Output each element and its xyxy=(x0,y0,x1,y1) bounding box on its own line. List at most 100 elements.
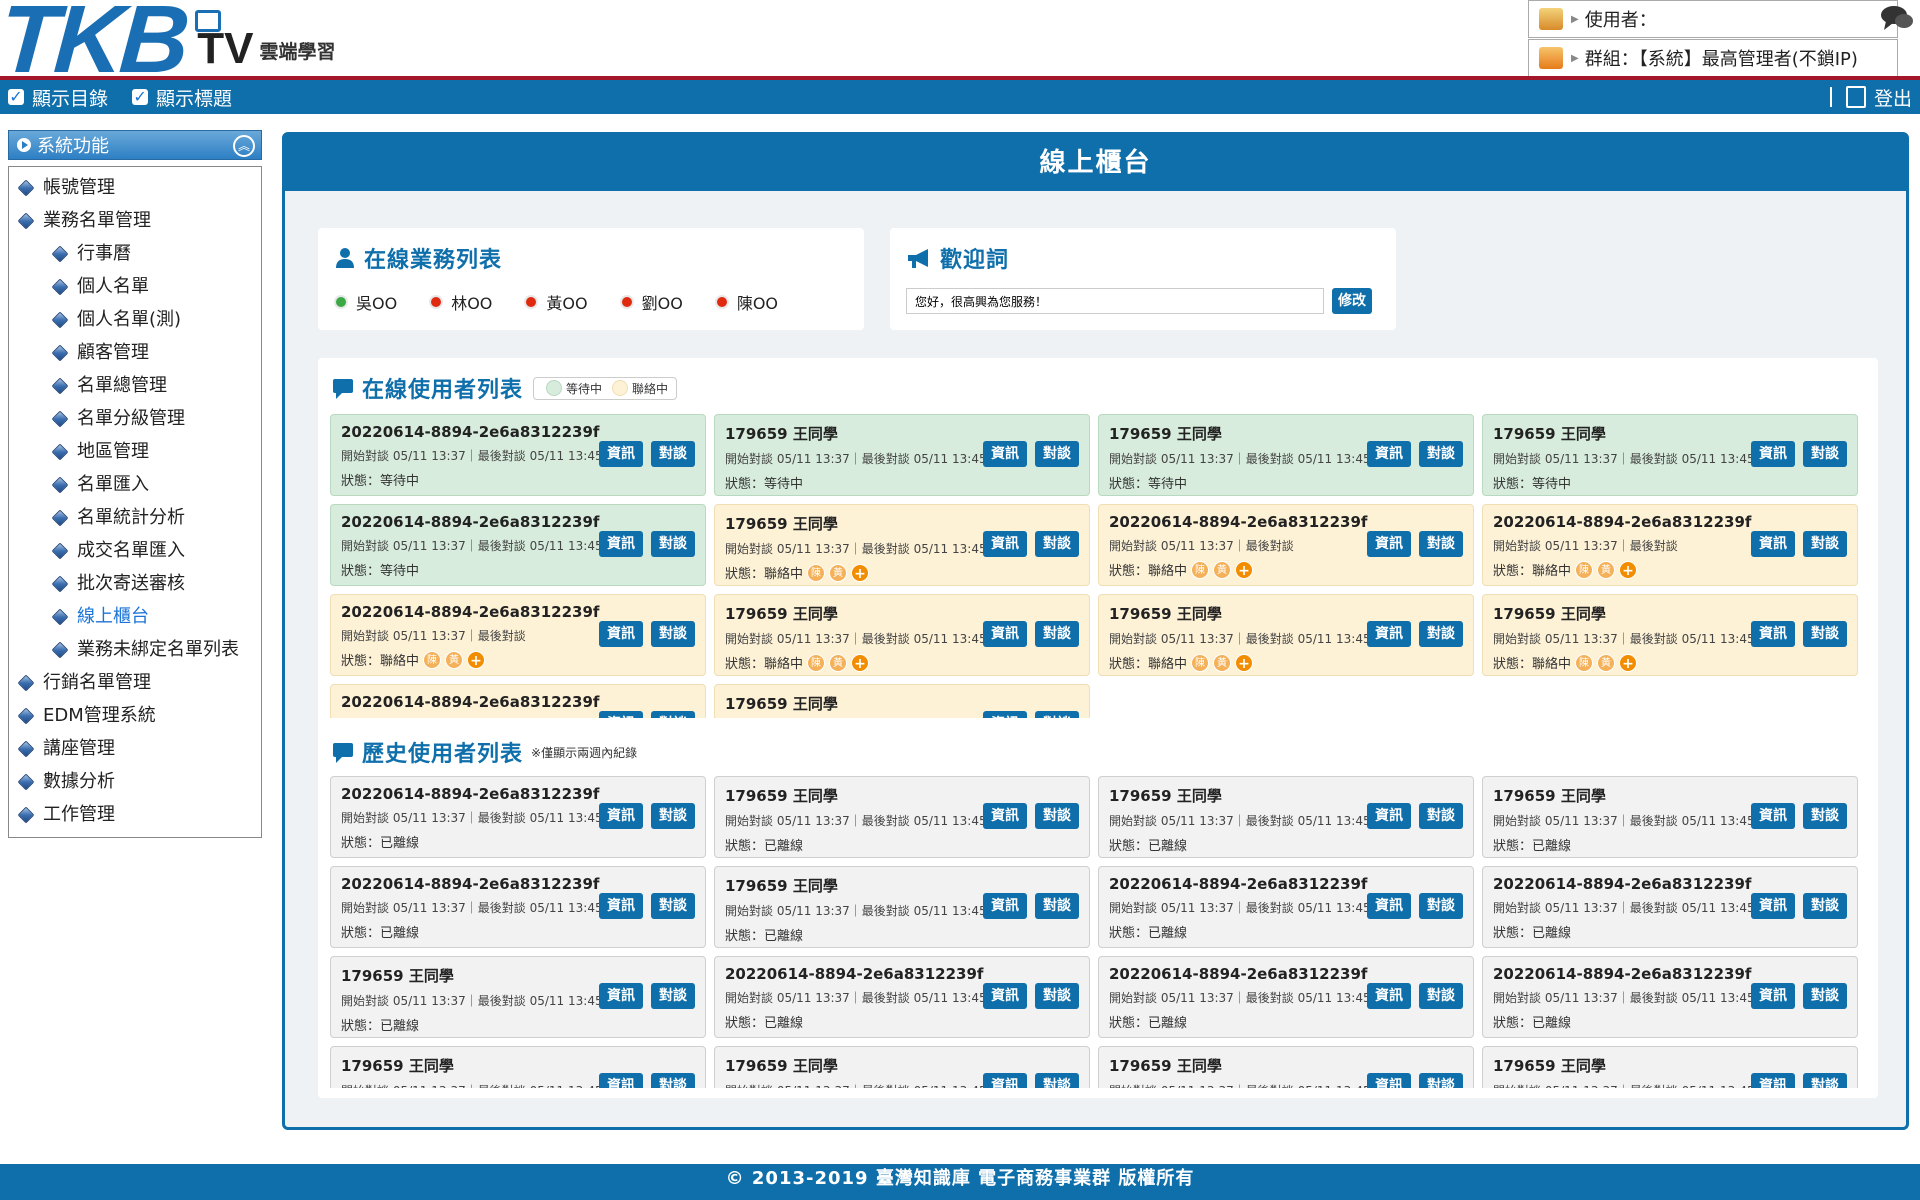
chat-button[interactable]: 對談 xyxy=(651,1073,695,1088)
sidebar-item[interactable]: 顧客管理 xyxy=(9,336,261,369)
info-button[interactable]: 資訊 xyxy=(599,1073,643,1088)
add-agent-button[interactable]: + xyxy=(1235,560,1254,579)
add-agent-button[interactable]: + xyxy=(851,653,870,672)
info-button[interactable]: 資訊 xyxy=(1751,983,1795,1009)
info-button[interactable]: 資訊 xyxy=(599,441,643,467)
info-button[interactable]: 資訊 xyxy=(1367,531,1411,557)
chat-button[interactable]: 對談 xyxy=(1803,441,1847,467)
staff-member: 吳OO xyxy=(334,290,397,314)
chat-button[interactable]: 對談 xyxy=(1803,621,1847,647)
sidebar-item[interactable]: EDM管理系統 xyxy=(9,699,261,732)
checkmark-icon[interactable]: ✓ xyxy=(132,89,149,105)
chat-button[interactable]: 對談 xyxy=(1419,893,1463,919)
sidebar-item[interactable]: 名單總管理 xyxy=(9,369,261,402)
info-button[interactable]: 資訊 xyxy=(983,441,1027,467)
info-button[interactable]: 資訊 xyxy=(983,711,1027,718)
sidebar-item[interactable]: 批次寄送審核 xyxy=(9,567,261,600)
add-agent-button[interactable]: + xyxy=(467,650,486,669)
info-button[interactable]: 資訊 xyxy=(599,803,643,829)
sidebar-item[interactable]: 行事曆 xyxy=(9,237,261,270)
chat-button[interactable]: 對談 xyxy=(651,803,695,829)
sidebar-item[interactable]: 成交名單匯入 xyxy=(9,534,261,567)
chat-button[interactable]: 對談 xyxy=(1803,531,1847,557)
logout-button[interactable]: 登出 xyxy=(1829,80,1912,114)
sidebar-item[interactable]: 名單匯入 xyxy=(9,468,261,501)
chat-button[interactable]: 對談 xyxy=(1803,893,1847,919)
sidebar-item[interactable]: 數據分析 xyxy=(9,765,261,798)
collapse-icon[interactable]: ︽ xyxy=(233,135,255,157)
show-title-checkbox[interactable]: ✓ 顯示標題 xyxy=(132,84,232,111)
chat-button[interactable]: 對談 xyxy=(1035,893,1079,919)
chat-button[interactable]: 對談 xyxy=(1419,1073,1463,1088)
sidebar-item[interactable]: 行銷名單管理 xyxy=(9,666,261,699)
welcome-input[interactable] xyxy=(906,288,1324,314)
sidebar-item[interactable]: 帳號管理 xyxy=(9,171,261,204)
sidebar-item[interactable]: 名單分級管理 xyxy=(9,402,261,435)
sidebar-item[interactable]: 業務未綁定名單列表 xyxy=(9,633,261,666)
chat-button[interactable]: 對談 xyxy=(1035,621,1079,647)
chat-button[interactable]: 對談 xyxy=(651,531,695,557)
chat-button[interactable]: 對談 xyxy=(1035,531,1079,557)
chat-button[interactable]: 對談 xyxy=(1035,441,1079,467)
info-button[interactable]: 資訊 xyxy=(1751,893,1795,919)
checkmark-icon[interactable]: ✓ xyxy=(8,89,24,105)
sidebar-item[interactable]: 工作管理 xyxy=(9,798,261,831)
chat-button[interactable]: 對談 xyxy=(1419,621,1463,647)
add-agent-button[interactable]: + xyxy=(1235,653,1254,672)
info-button[interactable]: 資訊 xyxy=(1751,621,1795,647)
chat-button[interactable]: 對談 xyxy=(1035,1073,1079,1088)
chat-bubbles-icon[interactable] xyxy=(1880,4,1914,32)
info-button[interactable]: 資訊 xyxy=(1751,1073,1795,1088)
edit-welcome-button[interactable]: 修改 xyxy=(1332,288,1372,314)
add-agent-button[interactable]: + xyxy=(1619,560,1638,579)
info-button[interactable]: 資訊 xyxy=(983,893,1027,919)
info-button[interactable]: 資訊 xyxy=(983,531,1027,557)
sidebar-item[interactable]: 個人名單(測) xyxy=(9,303,261,336)
sidebar-item[interactable]: 名單統計分析 xyxy=(9,501,261,534)
sidebar-header[interactable]: 系統功能 ︽ xyxy=(8,130,262,160)
info-button[interactable]: 資訊 xyxy=(1751,441,1795,467)
add-agent-button[interactable]: + xyxy=(851,563,870,582)
info-button[interactable]: 資訊 xyxy=(1367,1073,1411,1088)
chat-button[interactable]: 對談 xyxy=(1035,711,1079,718)
info-button[interactable]: 資訊 xyxy=(1367,983,1411,1009)
info-button[interactable]: 資訊 xyxy=(983,621,1027,647)
chat-button[interactable]: 對談 xyxy=(1419,983,1463,1009)
info-button[interactable]: 資訊 xyxy=(1751,531,1795,557)
info-button[interactable]: 資訊 xyxy=(599,983,643,1009)
chat-button[interactable]: 對談 xyxy=(1803,803,1847,829)
sidebar-item[interactable]: 講座管理 xyxy=(9,732,261,765)
info-button[interactable]: 資訊 xyxy=(983,1073,1027,1088)
info-button[interactable]: 資訊 xyxy=(1751,803,1795,829)
chat-button[interactable]: 對談 xyxy=(1419,441,1463,467)
sidebar-item[interactable]: 線上櫃台 xyxy=(9,600,261,633)
info-button[interactable]: 資訊 xyxy=(1367,621,1411,647)
show-menu-checkbox[interactable]: ✓ 顯示目錄 xyxy=(8,84,108,111)
chat-button[interactable]: 對談 xyxy=(1419,803,1463,829)
info-button[interactable]: 資訊 xyxy=(599,893,643,919)
chat-button[interactable]: 對談 xyxy=(651,441,695,467)
info-button[interactable]: 資訊 xyxy=(599,621,643,647)
chat-button[interactable]: 對談 xyxy=(651,983,695,1009)
chat-button[interactable]: 對談 xyxy=(1035,983,1079,1009)
chat-button[interactable]: 對談 xyxy=(651,711,695,718)
add-agent-button[interactable]: + xyxy=(1619,653,1638,672)
sidebar-item[interactable]: 地區管理 xyxy=(9,435,261,468)
sidebar-item[interactable]: 個人名單 xyxy=(9,270,261,303)
chat-button[interactable]: 對談 xyxy=(1035,803,1079,829)
chat-button[interactable]: 對談 xyxy=(651,893,695,919)
chat-button[interactable]: 對談 xyxy=(1803,983,1847,1009)
sidebar-item[interactable]: 業務名單管理 xyxy=(9,204,261,237)
info-button[interactable]: 資訊 xyxy=(1367,441,1411,467)
info-button[interactable]: 資訊 xyxy=(1367,803,1411,829)
chat-button[interactable]: 對談 xyxy=(1419,531,1463,557)
info-button[interactable]: 資訊 xyxy=(599,531,643,557)
info-button[interactable]: 資訊 xyxy=(599,711,643,718)
info-button[interactable]: 資訊 xyxy=(1367,893,1411,919)
info-button[interactable]: 資訊 xyxy=(983,983,1027,1009)
info-button[interactable]: 資訊 xyxy=(983,803,1027,829)
chat-button[interactable]: 對談 xyxy=(651,621,695,647)
chat-button[interactable]: 對談 xyxy=(1803,1073,1847,1088)
logo[interactable]: TKB TV 雲端學習 xyxy=(0,0,336,93)
cube-icon xyxy=(51,245,69,263)
